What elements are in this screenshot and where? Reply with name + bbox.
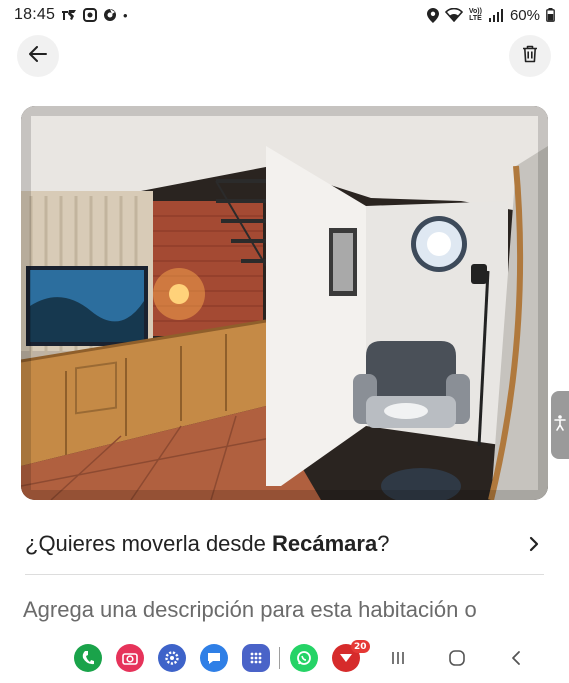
arrow-left-icon xyxy=(29,45,47,67)
battery-percent: 60% xyxy=(509,6,540,24)
camera-app-icon[interactable] xyxy=(116,644,144,672)
notification-icon xyxy=(61,8,77,22)
volte-label: Vo)) xyxy=(468,8,482,15)
browser-icon xyxy=(103,8,117,22)
whatsapp-app-icon[interactable] xyxy=(290,644,318,672)
status-time: 18:45 xyxy=(14,6,56,23)
move-room-label: ¿Quieres moverla desde Recámara? xyxy=(25,531,389,557)
battery-icon xyxy=(546,8,555,22)
move-room-prefix: ¿Quieres moverla desde xyxy=(25,531,272,556)
wifi-icon xyxy=(444,8,463,22)
location-icon xyxy=(426,7,439,23)
move-room-suffix: ? xyxy=(377,531,390,556)
recent-apps-button[interactable] xyxy=(386,646,410,670)
chevron-right-icon xyxy=(522,532,546,556)
signal-icon xyxy=(488,8,504,22)
status-dot: • xyxy=(123,7,128,23)
room-photo[interactable] xyxy=(21,106,548,500)
home-button[interactable] xyxy=(445,646,469,670)
dock-separator xyxy=(279,647,280,669)
back-nav-button[interactable] xyxy=(504,646,528,670)
volte-lte-icon: Vo)) LTE xyxy=(469,8,482,22)
apps-drawer-icon[interactable] xyxy=(242,644,270,672)
circle-app-icon xyxy=(83,8,98,22)
notification-badge: 20 xyxy=(351,640,370,653)
back-button[interactable] xyxy=(17,35,59,77)
description-input[interactable]: Agrega una descripción para esta habitac… xyxy=(23,597,477,623)
accessibility-icon xyxy=(554,414,566,436)
status-left: 18:45 • xyxy=(14,6,128,24)
delete-button[interactable] xyxy=(509,35,551,77)
phone-app-icon[interactable] xyxy=(74,644,102,672)
room-photo-illustration xyxy=(21,106,548,500)
move-room-name: Recámara xyxy=(272,531,378,556)
status-bar: 18:45 • Vo)) LTE 60% xyxy=(0,0,569,30)
settings-app-icon[interactable] xyxy=(158,644,186,672)
divider xyxy=(25,574,544,575)
move-room-row[interactable]: ¿Quieres moverla desde Recámara? xyxy=(21,520,548,568)
messages-app-icon[interactable] xyxy=(200,644,228,672)
trash-icon xyxy=(522,45,538,68)
lte-label: LTE xyxy=(469,15,482,22)
status-right: Vo)) LTE 60% xyxy=(426,6,555,24)
accessibility-tab[interactable] xyxy=(551,391,569,459)
